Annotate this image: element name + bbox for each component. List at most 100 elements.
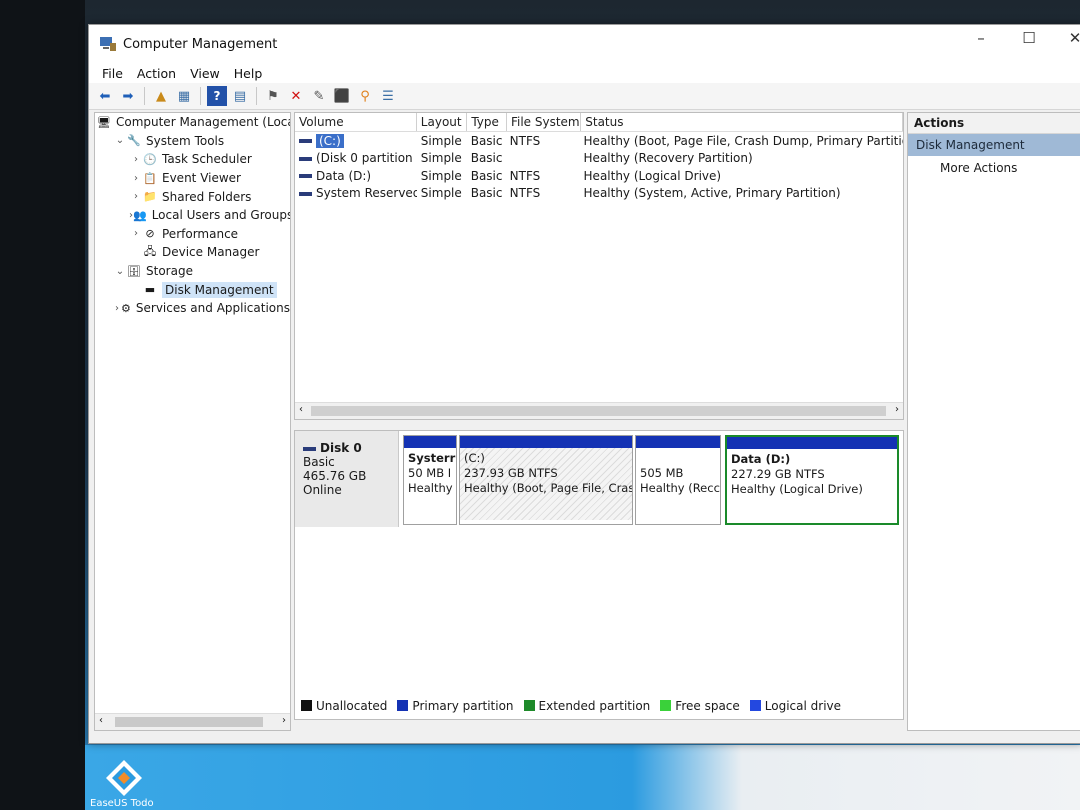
partition-size: 237.93 GB NTFS <box>464 466 558 480</box>
tree-item-system-tools[interactable]: ⌄ 🔧 System Tools <box>95 132 290 151</box>
volume-row[interactable]: Data (D:) Simple Basic NTFS Healthy (Logical… <box>295 167 903 185</box>
close-button[interactable]: ✕ <box>1055 29 1080 47</box>
up-icon[interactable]: ▲ <box>151 86 171 106</box>
expand-arrow-icon[interactable]: › <box>129 228 143 239</box>
disk-state: Online <box>303 483 342 497</box>
tree-item-label: Computer Management (Local <box>115 115 291 130</box>
tree-item-device-manager[interactable]: 🖧 Device Manager <box>95 243 290 262</box>
tree-item-computer-management-local[interactable]: 🖥 Computer Management (Local <box>95 113 290 132</box>
settings-icon[interactable]: ☰ <box>378 86 398 106</box>
column-file-system[interactable]: File System <box>507 113 582 131</box>
tree-item-task-scheduler[interactable]: › 🕒 Task Scheduler <box>95 150 290 169</box>
partition-data-d[interactable]: Data (D:) 227.29 GB NTFS Healthy (Logica… <box>725 435 899 525</box>
back-icon[interactable]: ⬅ <box>95 86 115 106</box>
partition-c[interactable]: (C:) 237.93 GB NTFS Healthy (Boot, Page … <box>459 435 633 525</box>
export-icon[interactable]: ✎ <box>309 86 329 106</box>
tree-item-storage[interactable]: ⌄ 🗄 Storage <box>95 262 290 281</box>
easeus-app-icon[interactable] <box>104 758 144 798</box>
expand-arrow-icon[interactable]: › <box>129 154 143 165</box>
navigation-tree: 🖥 Computer Management (Local ⌄ 🔧 System Tool… <box>94 112 291 731</box>
expand-arrow-icon[interactable]: › <box>129 173 143 184</box>
toolbar-separator <box>144 87 145 105</box>
partition-name <box>640 451 716 466</box>
rescan-icon[interactable]: ⬛ <box>332 86 352 106</box>
actions-group-disk-management[interactable]: Disk Management <box>908 134 1080 156</box>
menu-file[interactable]: File <box>95 66 130 81</box>
partition-recovery[interactable]: 505 MB Healthy (Recc <box>635 435 721 525</box>
column-layout[interactable]: Layout <box>417 113 468 131</box>
performance-icon: ⊘ <box>145 227 155 241</box>
tree-item-services-and-applications[interactable]: › ⚙ Services and Applications <box>95 299 290 318</box>
partition-status: Healthy (Boot, Page File, Crasl <box>464 481 633 495</box>
partition-size: 227.29 GB NTFS <box>731 467 825 481</box>
easeus-shortcut-label[interactable]: EaseUS Todo <box>90 798 154 809</box>
scrollbar-thumb[interactable] <box>115 717 263 727</box>
volume-list: Volume Layout Type File System Status (C… <box>294 112 904 420</box>
scrollbar-thumb[interactable] <box>311 406 886 416</box>
partition-bar <box>404 436 456 448</box>
volume-row[interactable]: System Reserved Simple Basic NTFS Healthy (S… <box>295 185 903 203</box>
tree-item-performance[interactable]: › ⊘ Performance <box>95 225 290 244</box>
forward-icon[interactable]: ➡ <box>118 86 138 106</box>
partition-bar <box>727 437 897 449</box>
volume-name: (Disk 0 partition 3) <box>316 151 417 166</box>
volume-type-cell: Basic <box>470 168 503 183</box>
volume-fs-cell: NTFS <box>509 168 541 183</box>
partition-system-reserved[interactable]: Systerr 50 MB I Healthy <box>403 435 457 525</box>
volume-row[interactable]: (Disk 0 partition 3)Simple Basic Healthy (… <box>295 150 903 168</box>
expand-arrow-icon[interactable]: › <box>113 303 121 314</box>
users-icon: 👥 <box>133 208 147 222</box>
help-icon[interactable]: ? <box>207 86 227 106</box>
menu-help[interactable]: Help <box>227 66 270 81</box>
tree-item-disk-management[interactable]: ▬ Disk Management <box>95 280 290 299</box>
tree-item-local-users-and-groups[interactable]: › 👥 Local Users and Groups <box>95 206 290 225</box>
title-bar[interactable]: Computer Management – ☐ ✕ <box>89 25 1080 63</box>
volume-status-cell: Healthy (Logical Drive) <box>583 168 722 183</box>
connect-icon[interactable]: ⚑ <box>263 86 283 106</box>
menu-action[interactable]: Action <box>130 66 183 81</box>
shared-folder-icon: 📁 <box>143 190 157 204</box>
tree-item-label: System Tools <box>146 133 225 148</box>
disk-graphical-view: Disk 0 Basic 465.76 GB Online Systerr 50… <box>294 430 904 720</box>
column-type[interactable]: Type <box>467 113 507 131</box>
tree-item-shared-folders[interactable]: › 📁 Shared Folders <box>95 187 290 206</box>
tree-horizontal-scrollbar[interactable]: ‹ › <box>95 713 290 730</box>
toolbar-separator <box>256 87 257 105</box>
expand-arrow-icon[interactable]: ⌄ <box>113 135 127 146</box>
tree-item-event-viewer[interactable]: › 📋 Event Viewer <box>95 169 290 188</box>
tree-item-label: Performance <box>162 226 239 241</box>
tree-item-label: Disk Management <box>162 281 277 298</box>
delete-icon[interactable]: ✕ <box>286 86 306 106</box>
disk-0-label[interactable]: Disk 0 Basic 465.76 GB Online <box>295 431 399 527</box>
maximize-button[interactable]: ☐ <box>1009 29 1049 47</box>
find-icon[interactable]: ⚲ <box>355 86 375 106</box>
expand-arrow-icon[interactable]: ⌄ <box>113 266 127 277</box>
console-icon[interactable]: ▤ <box>230 86 250 106</box>
disk-icon <box>303 446 316 451</box>
menu-view[interactable]: View <box>183 66 227 81</box>
volume-type-cell: Basic <box>470 133 503 148</box>
legend-swatch <box>749 700 761 711</box>
device-manager-icon: 🖧 <box>143 244 157 258</box>
volume-list-scrollbar[interactable]: ‹ › <box>295 402 903 419</box>
legend-unallocated: Unallocated <box>301 699 387 713</box>
expand-arrow-icon[interactable]: › <box>129 191 143 202</box>
column-status[interactable]: Status <box>581 113 903 131</box>
partition-bar <box>460 436 632 448</box>
volume-status-cell: Healthy (Boot, Page File, Crash Dump, Pr… <box>583 133 903 148</box>
volume-name-cell: (C:) <box>295 133 417 148</box>
tree-item-label: Shared Folders <box>162 189 252 204</box>
minimize-button[interactable]: – <box>961 29 1001 47</box>
event-viewer-icon: 📋 <box>143 171 157 185</box>
computer-icon: 🖥 <box>97 115 111 129</box>
tree-item-label: Storage <box>146 264 193 279</box>
computer-management-icon <box>100 37 116 51</box>
volume-row[interactable]: (C:) Simple Basic NTFS Healthy (Boot, Page F… <box>295 132 903 150</box>
volume-list-header: Volume Layout Type File System Status <box>295 113 903 132</box>
column-volume[interactable]: Volume <box>295 113 417 131</box>
desktop-left-edge <box>0 0 85 810</box>
partition-name: Systerr <box>408 451 456 465</box>
more-actions-item[interactable]: More Actions <box>908 156 1080 180</box>
services-icon: ⚙ <box>121 301 131 315</box>
properties-icon[interactable]: ▦ <box>174 86 194 106</box>
